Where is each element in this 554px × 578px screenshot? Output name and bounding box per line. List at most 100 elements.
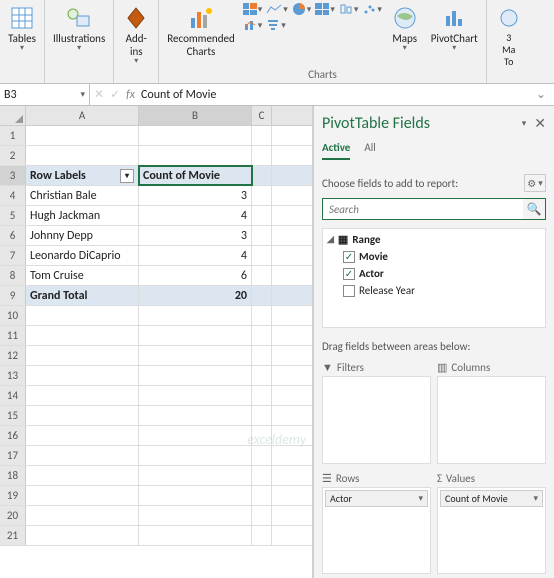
area-rows[interactable]: ☰Rows Actor▾: [322, 470, 431, 575]
cell[interactable]: [252, 186, 272, 205]
scatter-chart-btn[interactable]: ▾: [362, 2, 382, 16]
sparkline-button[interactable]: 3 Ma To: [491, 2, 527, 70]
search-icon[interactable]: 🔍: [523, 199, 545, 219]
col-header-b[interactable]: B: [139, 106, 252, 125]
namebox-dropdown-icon[interactable]: ▾: [80, 89, 85, 100]
cell[interactable]: 4: [139, 206, 252, 225]
row-header[interactable]: 3: [0, 166, 26, 185]
row-header[interactable]: 8: [0, 266, 26, 285]
cell[interactable]: [252, 166, 272, 185]
cell[interactable]: [252, 126, 272, 145]
maps-button[interactable]: Maps: [387, 2, 423, 55]
cell[interactable]: [252, 306, 272, 325]
row-header[interactable]: 5: [0, 206, 26, 225]
cell[interactable]: 3: [139, 186, 252, 205]
cell[interactable]: Tom Cruise: [26, 266, 139, 285]
cell[interactable]: 20: [139, 286, 252, 305]
row-header[interactable]: 14: [0, 386, 26, 405]
cell[interactable]: [26, 486, 139, 505]
cell[interactable]: [252, 526, 272, 545]
search-input[interactable]: [323, 199, 523, 219]
cell[interactable]: [26, 386, 139, 405]
pane-close-icon[interactable]: ✕: [534, 115, 546, 132]
cell[interactable]: [139, 526, 252, 545]
cell[interactable]: [26, 426, 139, 445]
cell[interactable]: 4: [139, 246, 252, 265]
row-header[interactable]: 16: [0, 426, 26, 445]
cell[interactable]: [139, 506, 252, 525]
row-header[interactable]: 9: [0, 286, 26, 305]
formula-expand-icon[interactable]: ⌄: [532, 87, 550, 102]
cell[interactable]: Leonardo DiCaprio: [26, 246, 139, 265]
row-header[interactable]: 2: [0, 146, 26, 165]
row-header[interactable]: 15: [0, 406, 26, 425]
field-release-year[interactable]: Release Year: [343, 284, 541, 297]
combo-chart-btn[interactable]: ▾: [243, 18, 263, 32]
cell[interactable]: [139, 326, 252, 345]
field-list-options-button[interactable]: ⚙▾: [524, 174, 546, 192]
row-header[interactable]: 7: [0, 246, 26, 265]
cell[interactable]: [252, 246, 272, 265]
cell[interactable]: [252, 446, 272, 465]
cell[interactable]: [139, 346, 252, 365]
worksheet-grid[interactable]: A B C 123Row Labels▾Count of Movie4Chris…: [0, 106, 314, 578]
cell[interactable]: [26, 406, 139, 425]
recommended-charts-button[interactable]: Recommended Charts: [163, 2, 238, 60]
cell[interactable]: 3: [139, 226, 252, 245]
cell[interactable]: [252, 406, 272, 425]
field-list[interactable]: ◢ ▦ Range MovieActorRelease Year: [322, 228, 546, 328]
cell[interactable]: [139, 446, 252, 465]
cell[interactable]: [139, 386, 252, 405]
tables-button[interactable]: Tables: [4, 2, 40, 55]
area-columns[interactable]: ▥Columns: [437, 359, 546, 464]
cell-row-labels-header[interactable]: Row Labels▾: [26, 166, 139, 185]
cell[interactable]: [139, 406, 252, 425]
cell[interactable]: [26, 326, 139, 345]
row-header[interactable]: 1: [0, 126, 26, 145]
row-header[interactable]: 17: [0, 446, 26, 465]
filter-dropdown-icon[interactable]: ▾: [120, 169, 134, 183]
row-header[interactable]: 10: [0, 306, 26, 325]
cell[interactable]: [252, 206, 272, 225]
row-header[interactable]: 12: [0, 346, 26, 365]
area-values[interactable]: ΣValues Count of Movie▾: [437, 470, 546, 575]
cell[interactable]: [252, 386, 272, 405]
cell[interactable]: 6: [139, 266, 252, 285]
row-header[interactable]: 6: [0, 226, 26, 245]
row-header[interactable]: 13: [0, 366, 26, 385]
cell[interactable]: Hugh Jackman: [26, 206, 139, 225]
cell[interactable]: [139, 126, 252, 145]
stats-chart-btn[interactable]: ▾: [339, 2, 359, 16]
cell[interactable]: [26, 506, 139, 525]
bar-chart-btn[interactable]: ▾: [243, 2, 263, 16]
addins-button[interactable]: Add- ins: [118, 2, 154, 68]
funnel-chart-btn[interactable]: ▾: [266, 18, 286, 32]
row-header[interactable]: 18: [0, 466, 26, 485]
cell[interactable]: [139, 306, 252, 325]
cell[interactable]: [26, 306, 139, 325]
cell[interactable]: [26, 446, 139, 465]
cell[interactable]: Johnny Depp: [26, 226, 139, 245]
cell[interactable]: [139, 426, 252, 445]
cell[interactable]: [252, 326, 272, 345]
treemap-btn[interactable]: ▾: [315, 2, 335, 16]
cell[interactable]: [252, 226, 272, 245]
cell[interactable]: [139, 146, 252, 165]
cell[interactable]: [252, 486, 272, 505]
area-filters[interactable]: ▼Filters: [322, 359, 431, 464]
cell[interactable]: [252, 146, 272, 165]
cell[interactable]: [252, 426, 272, 445]
row-header[interactable]: 4: [0, 186, 26, 205]
rows-pill[interactable]: Actor▾: [325, 490, 428, 507]
col-header-a[interactable]: A: [26, 106, 139, 125]
cell[interactable]: [139, 466, 252, 485]
row-header[interactable]: 11: [0, 326, 26, 345]
row-header[interactable]: 21: [0, 526, 26, 545]
name-box[interactable]: B3 ▾: [0, 84, 90, 105]
cell[interactable]: Grand Total: [26, 286, 139, 305]
cell[interactable]: [26, 126, 139, 145]
cell[interactable]: [26, 146, 139, 165]
field-movie[interactable]: Movie: [343, 250, 541, 263]
tab-active[interactable]: Active: [322, 141, 350, 160]
cell[interactable]: [252, 466, 272, 485]
